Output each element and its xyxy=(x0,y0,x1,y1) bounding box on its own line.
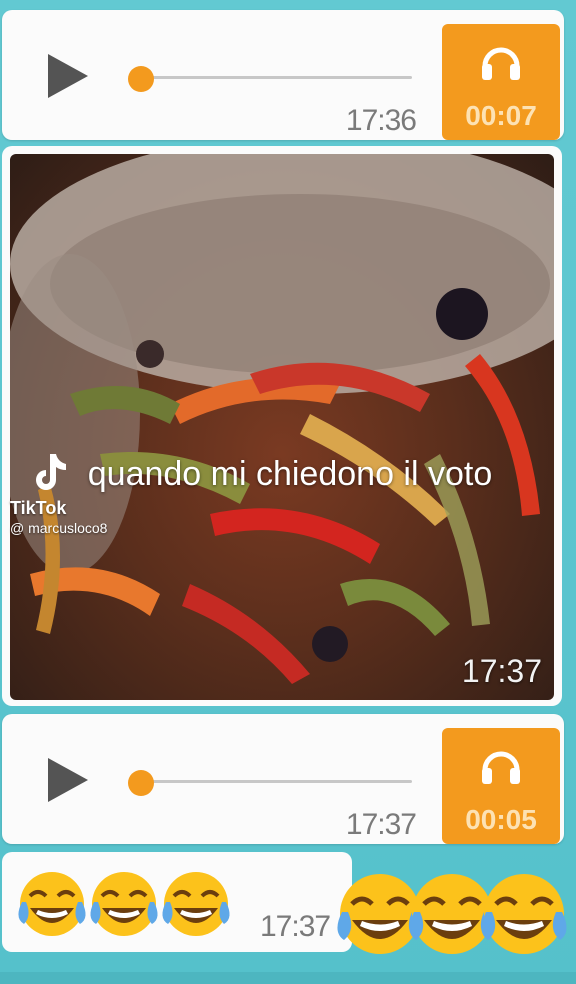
message-time: 17:37 xyxy=(260,910,331,943)
audio-progress-track[interactable] xyxy=(140,76,412,79)
emoji-message: 17:37 xyxy=(2,852,352,952)
tiktok-logo-icon xyxy=(36,454,66,490)
tears-of-joy-emoji-row xyxy=(18,870,232,938)
chat-area: 17:36 00:07 17:37 17:37 00:05 17:37 TikT… xyxy=(0,0,576,984)
tears-of-joy-overlay-emojis xyxy=(337,866,572,962)
voice-duration-badge[interactable]: 00:05 xyxy=(442,728,560,844)
voice-message-2: 17:37 00:05 xyxy=(2,714,564,844)
message-time: 17:37 xyxy=(345,808,417,841)
message-time: 17:36 xyxy=(345,104,417,137)
food-pan-image xyxy=(10,154,554,684)
video-frame xyxy=(10,154,554,700)
tiktok-brand: TikTok xyxy=(10,498,67,518)
message-time: 17:37 xyxy=(461,653,542,689)
voice-message-1: 17:36 00:07 xyxy=(2,10,564,140)
play-icon[interactable] xyxy=(48,54,88,98)
bottom-edge xyxy=(0,972,576,984)
voice-duration-badge[interactable]: 00:07 xyxy=(442,24,560,140)
audio-progress-track[interactable] xyxy=(140,780,412,783)
audio-progress-knob[interactable] xyxy=(128,770,154,796)
voice-duration: 00:07 xyxy=(465,100,537,131)
headphones-icon xyxy=(482,47,520,80)
video-message[interactable]: 17:37 xyxy=(2,146,562,706)
audio-progress-knob[interactable] xyxy=(128,66,154,92)
headphones-icon xyxy=(482,751,520,784)
video-caption: quando mi chiedono il voto xyxy=(87,455,493,493)
voice-duration: 00:05 xyxy=(465,804,537,835)
tiktok-handle: @ marcusloco8 xyxy=(10,520,108,536)
play-icon[interactable] xyxy=(48,758,88,802)
